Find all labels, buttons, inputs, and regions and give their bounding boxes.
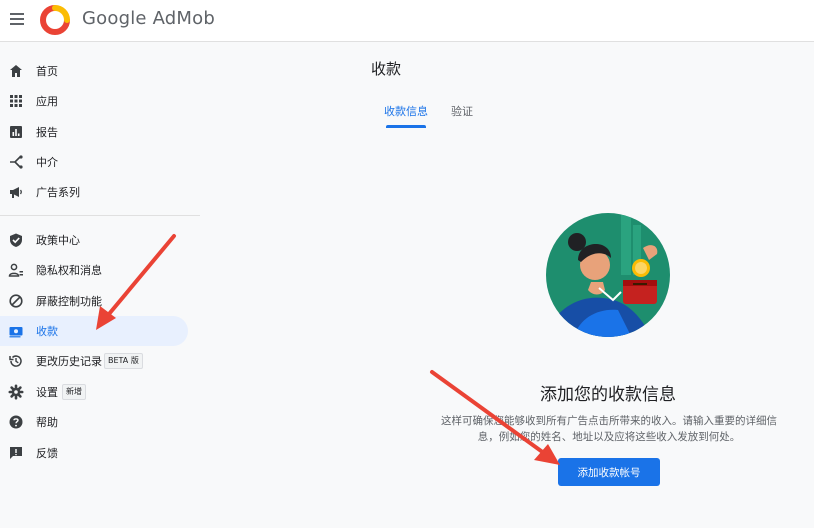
privacy-person-icon xyxy=(8,263,23,277)
brand-name: Google AdMob xyxy=(82,8,215,29)
top-app-bar: Google AdMob xyxy=(0,0,814,42)
hamburger-menu-icon[interactable] xyxy=(8,9,28,29)
payments-icon xyxy=(9,327,23,338)
sidebar-item-change-history[interactable]: 更改历史记录 BETA 版 xyxy=(0,346,188,376)
apps-grid-icon xyxy=(10,95,22,107)
woman-depositing-coin-illustration xyxy=(546,213,670,337)
empty-state-description: 这样可确保您能够收到所有广告点击所带来的收入。请输入重要的详细信 息，例如您的姓… xyxy=(424,413,794,445)
sidebar-item-feedback[interactable]: 反馈 xyxy=(0,438,188,468)
sidebar-divider xyxy=(0,215,200,216)
sidebar-item-mediation[interactable]: 中介 xyxy=(0,147,188,177)
sidebar-item-policy-center[interactable]: 政策中心 xyxy=(0,225,188,255)
sidebar-item-label: 设置 xyxy=(36,386,58,399)
feedback-icon xyxy=(10,447,22,459)
sidebar-item-apps[interactable]: 应用 xyxy=(0,86,188,116)
gear-icon xyxy=(8,384,24,400)
sidebar-item-home[interactable]: 首页 xyxy=(0,56,188,86)
sidebar-item-label: 首页 xyxy=(36,65,58,78)
sidebar-item-label: 广告系列 xyxy=(36,186,80,199)
sidebar-item-blocking-controls[interactable]: 屏蔽控制功能 xyxy=(0,286,188,316)
block-icon xyxy=(9,294,23,308)
sidebar-item-label: 更改历史记录 xyxy=(36,355,102,368)
sidebar-item-label: 收款 xyxy=(36,325,58,338)
beta-badge: BETA 版 xyxy=(104,353,143,369)
sidebar-nav: 首页 应用 报告 中介 广告系列 政策中心 隐私权和消息 屏蔽控制功能 收款 更… xyxy=(0,42,200,528)
description-line: 这样可确保您能够收到所有广告点击所带来的收入。请输入重要的详细信 xyxy=(441,415,777,427)
sidebar-item-label: 应用 xyxy=(36,95,58,108)
empty-state-title: 添加您的收款信息 xyxy=(540,385,676,405)
new-badge: 新增 xyxy=(62,384,86,400)
sidebar-item-settings[interactable]: 设置 新增 xyxy=(0,377,188,407)
sidebar-item-payments[interactable]: 收款 xyxy=(0,316,188,346)
sidebar-item-label: 中介 xyxy=(36,156,58,169)
page-title: 收款 xyxy=(371,60,402,78)
sidebar-item-label: 隐私权和消息 xyxy=(36,264,102,277)
admob-logo-icon[interactable] xyxy=(40,5,70,35)
shield-check-icon xyxy=(10,233,22,247)
sidebar-item-reports[interactable]: 报告 xyxy=(0,117,188,147)
sidebar-item-label: 政策中心 xyxy=(36,234,80,247)
active-tab-indicator xyxy=(386,125,426,128)
megaphone-icon xyxy=(10,187,22,198)
sidebar-item-label: 帮助 xyxy=(36,416,58,429)
sidebar-item-help[interactable]: 帮助 xyxy=(0,407,188,437)
sidebar-item-label: 屏蔽控制功能 xyxy=(36,295,102,308)
add-payment-account-button[interactable]: 添加收款帐号 xyxy=(558,458,660,486)
history-icon xyxy=(9,355,22,367)
description-line: 息，例如您的姓名、地址以及应将这些收入发放到何处。 xyxy=(477,431,741,443)
mediation-icon xyxy=(10,155,23,169)
tab-payment-info[interactable]: 收款信息 xyxy=(384,103,428,119)
report-chart-icon xyxy=(10,126,22,138)
home-icon xyxy=(10,65,22,77)
help-icon xyxy=(9,415,23,429)
sidebar-item-label: 反馈 xyxy=(36,447,58,460)
sidebar-item-campaigns[interactable]: 广告系列 xyxy=(0,177,188,207)
sidebar-item-privacy-messaging[interactable]: 隐私权和消息 xyxy=(0,255,188,285)
tab-verification[interactable]: 验证 xyxy=(451,103,473,119)
sidebar-item-label: 报告 xyxy=(36,126,58,139)
